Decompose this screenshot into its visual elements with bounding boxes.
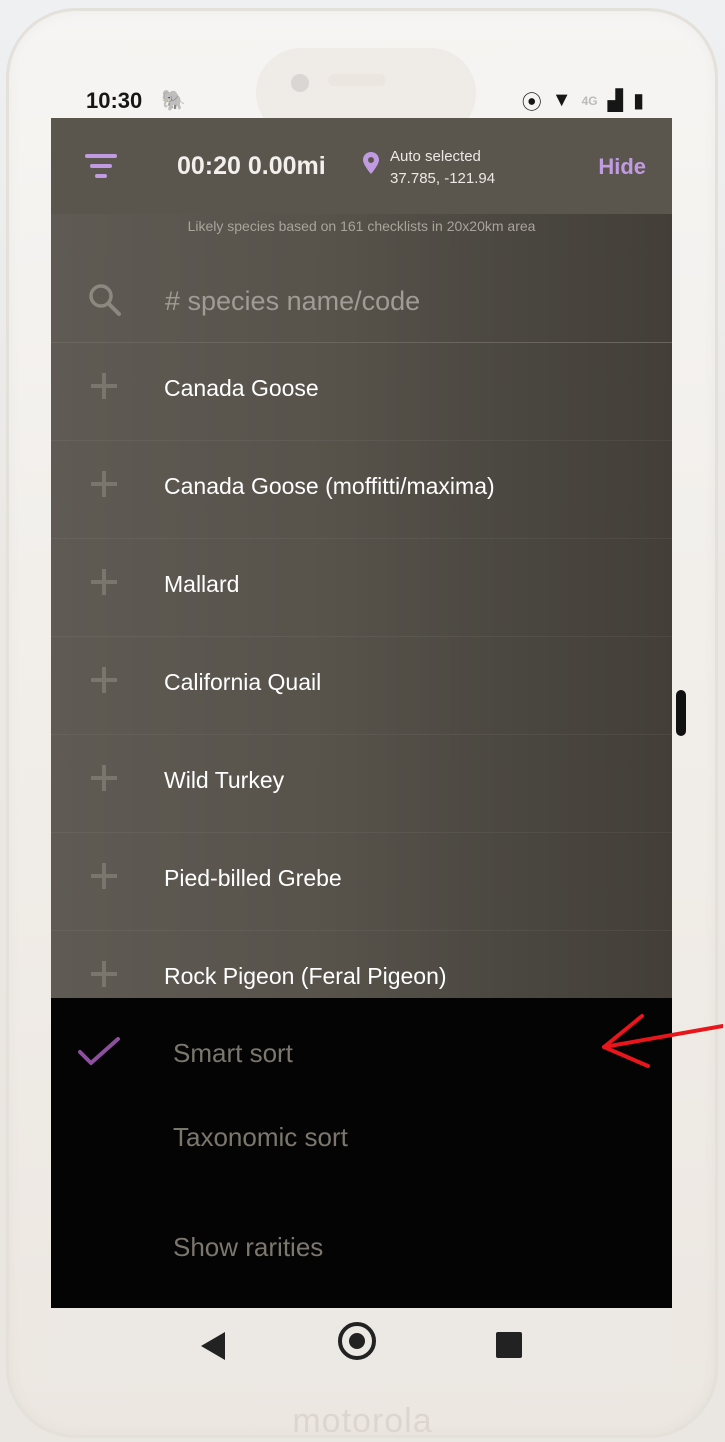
android-nav-bar bbox=[51, 1308, 672, 1384]
hide-button[interactable]: Hide bbox=[598, 154, 646, 180]
species-row[interactable]: Mallard bbox=[51, 539, 672, 637]
wifi-icon: ▼ bbox=[551, 89, 572, 111]
species-row[interactable]: Canada Goose bbox=[51, 343, 672, 441]
power-button bbox=[676, 690, 686, 736]
species-name: Pied-billed Grebe bbox=[164, 865, 342, 891]
battery-icon: ▮ bbox=[632, 90, 644, 112]
show-rarities-option[interactable]: Show rarities bbox=[173, 1232, 323, 1263]
add-icon[interactable] bbox=[91, 471, 117, 497]
recent-apps-icon[interactable] bbox=[496, 1332, 522, 1358]
species-list: Canada Goose Canada Goose (moffitti/maxi… bbox=[51, 343, 672, 1029]
species-name: Mallard bbox=[164, 571, 240, 597]
elephant-icon: 🐘 bbox=[161, 90, 186, 112]
likely-species-info: Likely species based on 161 checklists i… bbox=[187, 218, 536, 234]
location-label[interactable]: Auto selected bbox=[390, 148, 481, 165]
search-bar bbox=[51, 258, 672, 343]
signal-icon: ▟ bbox=[607, 90, 623, 112]
back-icon[interactable] bbox=[201, 1332, 225, 1360]
species-name: California Quail bbox=[164, 669, 322, 695]
checkmark-icon bbox=[78, 1037, 120, 1065]
species-name: Wild Turkey bbox=[164, 767, 285, 793]
app-screen: 00:20 0.00mi Auto selected 37.785, -121.… bbox=[51, 118, 672, 1308]
checklist-timer: 00:20 0.00mi bbox=[177, 152, 326, 180]
species-name: Canada Goose bbox=[164, 375, 319, 401]
taxonomic-sort-option[interactable]: Taxonomic sort bbox=[173, 1122, 348, 1153]
add-icon[interactable] bbox=[91, 569, 117, 595]
motorola-logo: motorola bbox=[292, 1402, 433, 1440]
search-icon bbox=[89, 284, 121, 316]
species-name: Canada Goose (moffitti/maxima) bbox=[164, 473, 495, 499]
status-bar: 10:30 🐘 ⦿ ▼ 4G ▟ ▮ bbox=[56, 80, 670, 120]
location-coords[interactable]: 37.785, -121.94 bbox=[390, 170, 495, 187]
smart-sort-option[interactable]: Smart sort bbox=[173, 1038, 293, 1069]
species-name: Rock Pigeon (Feral Pigeon) bbox=[164, 963, 447, 989]
photo-background: 10:30 🐘 ⦿ ▼ 4G ▟ ▮ 00:20 0.00mi Auto sel… bbox=[0, 0, 725, 1442]
add-icon[interactable] bbox=[91, 373, 117, 399]
network-type: 4G bbox=[581, 93, 598, 108]
red-arrow-annotation bbox=[602, 1014, 723, 1068]
add-icon[interactable] bbox=[91, 667, 117, 693]
species-row[interactable]: Wild Turkey bbox=[51, 735, 672, 833]
species-row[interactable]: Canada Goose (moffitti/maxima) bbox=[51, 441, 672, 539]
status-time: 10:30 bbox=[86, 88, 143, 113]
add-icon[interactable] bbox=[91, 961, 117, 987]
species-row[interactable]: California Quail bbox=[51, 637, 672, 735]
species-row[interactable]: Pied-billed Grebe bbox=[51, 833, 672, 931]
species-search-input[interactable] bbox=[163, 278, 627, 324]
add-icon[interactable] bbox=[91, 765, 117, 791]
status-icons: ⦿ ▼ 4G ▟ ▮ bbox=[522, 86, 644, 115]
home-icon[interactable] bbox=[338, 1322, 376, 1360]
location-icon: ⦿ bbox=[521, 92, 542, 114]
app-header: 00:20 0.00mi Auto selected 37.785, -121.… bbox=[51, 118, 672, 214]
filter-icon[interactable] bbox=[85, 154, 117, 184]
add-icon[interactable] bbox=[91, 863, 117, 889]
location-pin-icon bbox=[363, 152, 379, 179]
sort-menu-sheet: Smart sort Taxonomic sort Show rarities bbox=[51, 998, 672, 1308]
